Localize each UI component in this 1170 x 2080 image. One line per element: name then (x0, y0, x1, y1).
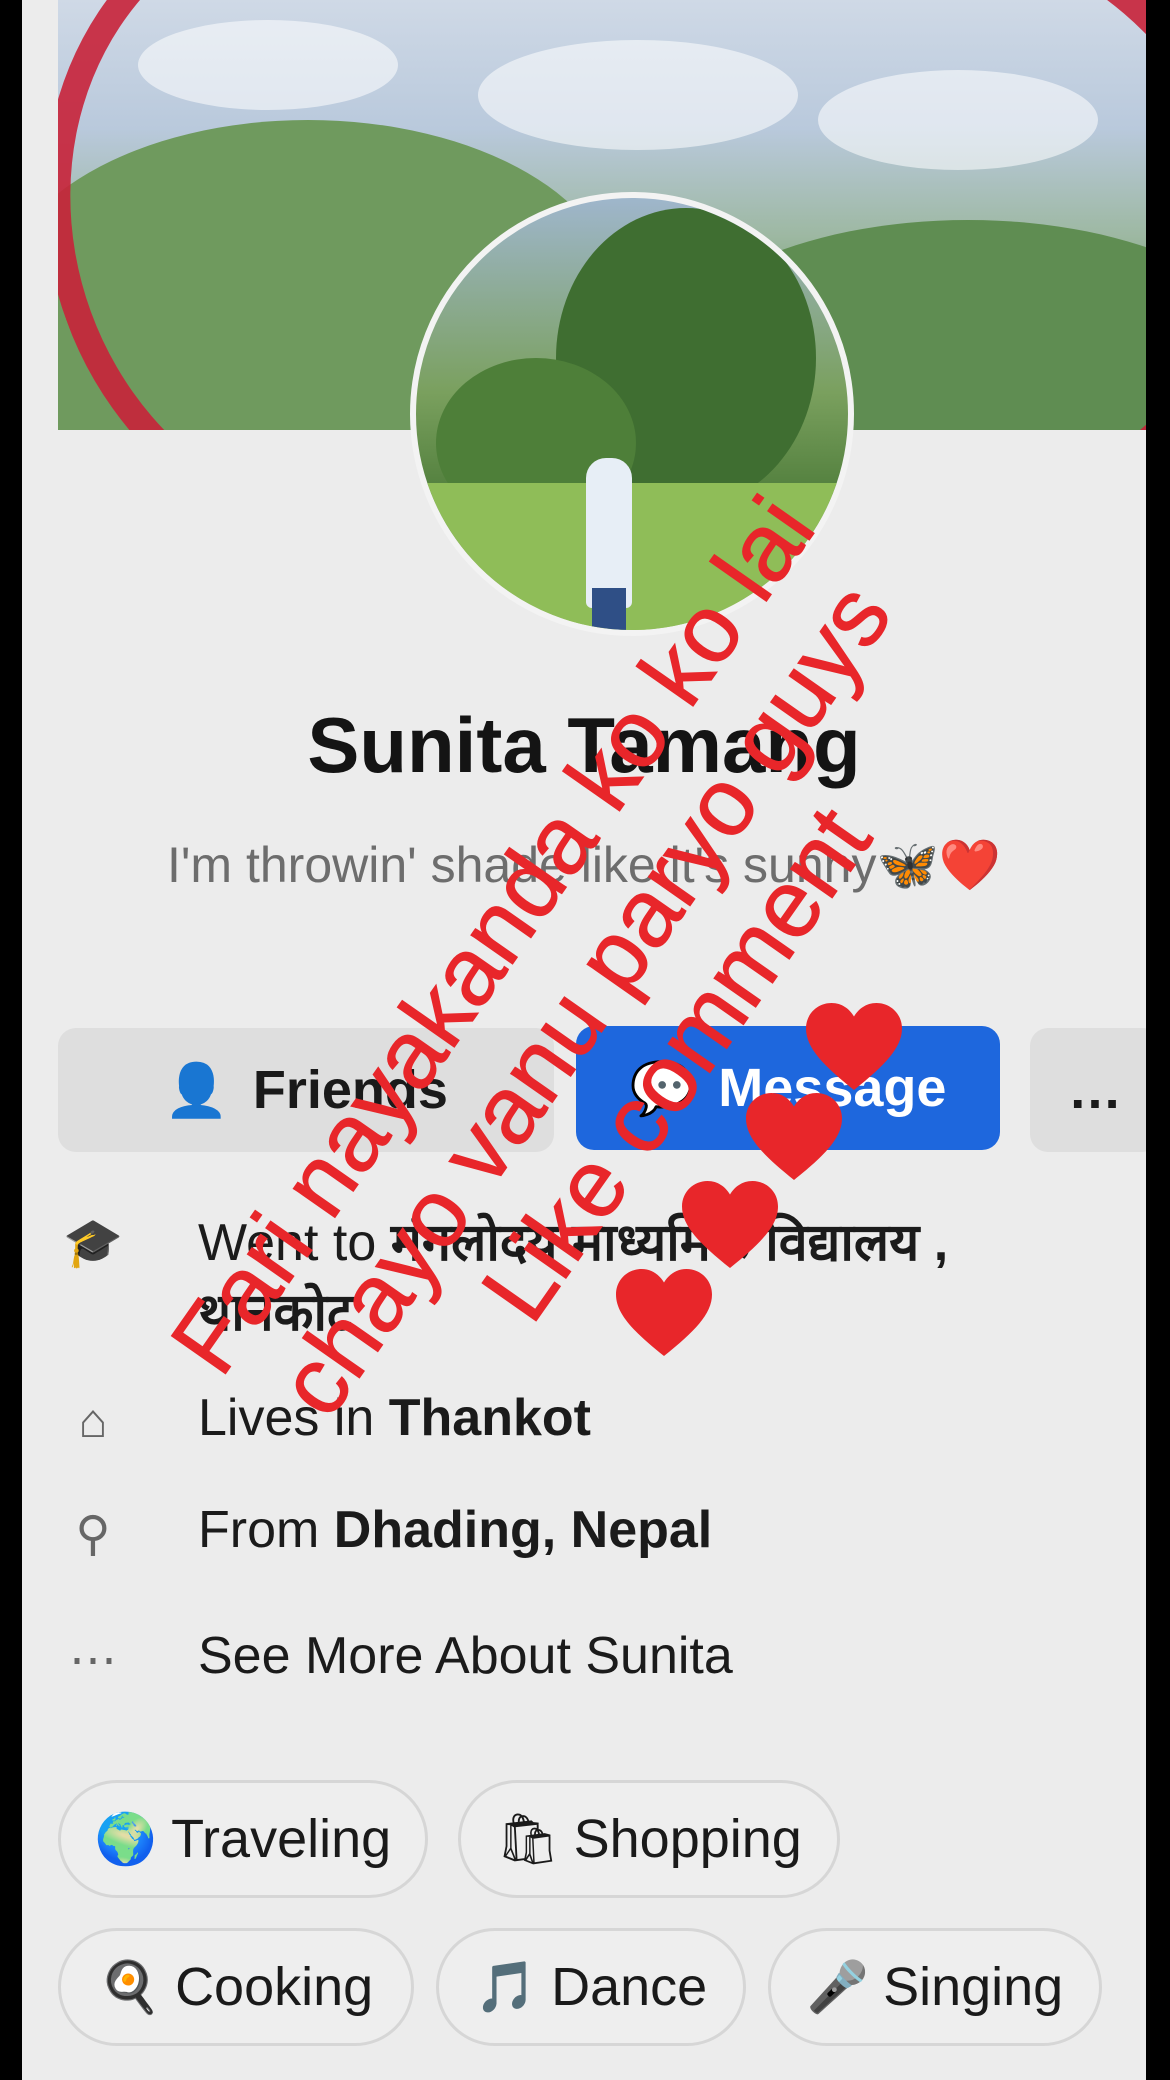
interest-label: Shopping (573, 1809, 802, 1869)
interest-chip-dance[interactable]: 🎵 Dance (436, 1928, 746, 2046)
music-note-icon: 🎵 (474, 1958, 538, 2015)
cooking-pan-icon: 🍳 (98, 1958, 162, 2015)
interest-chip-traveling[interactable]: 🌍 Traveling (58, 1780, 428, 1898)
heart-icon (682, 1181, 778, 1268)
interest-chip-cooking[interactable]: 🍳 Cooking (58, 1928, 414, 2046)
from-prefix: From (198, 1501, 334, 1559)
interest-label: Traveling (171, 1809, 392, 1869)
more-options-button[interactable]: … (1030, 1028, 1146, 1152)
see-more-about-row[interactable]: ⋯ See More About Sunita (58, 1626, 1118, 1688)
friends-check-icon: 👤 (164, 1061, 229, 1120)
microphone-icon: 🎤 (806, 1958, 870, 2015)
heart-icon (616, 1269, 712, 1356)
home-icon: ⌂ (78, 1395, 108, 1448)
from-value[interactable]: Dhading, Nepal (334, 1501, 712, 1559)
location-pin-icon: ⚲ (75, 1508, 111, 1561)
more-dots-icon: ⋯ (69, 1634, 117, 1687)
interest-label: Cooking (175, 1957, 374, 2017)
heart-icon (806, 1003, 902, 1090)
see-more-about-label: See More About Sunita (198, 1627, 733, 1685)
more-icon: … (1068, 1060, 1122, 1120)
interest-chip-singing[interactable]: 🎤 Singing (768, 1928, 1102, 2046)
interest-chip-shopping[interactable]: 🛍 Shopping (458, 1780, 840, 1898)
heart-icon (746, 1093, 842, 1180)
graduation-cap-icon: 🎓 (63, 1217, 123, 1270)
interest-label: Dance (551, 1957, 708, 2017)
shopping-bag-icon: 🛍 (496, 1810, 560, 1867)
lives-in-row: ⌂ Lives in Thankot (58, 1388, 1118, 1449)
globe-icon: 🌍 (94, 1810, 158, 1867)
from-row: ⚲ From Dhading, Nepal (58, 1500, 1118, 1562)
interest-label: Singing (883, 1957, 1064, 2017)
